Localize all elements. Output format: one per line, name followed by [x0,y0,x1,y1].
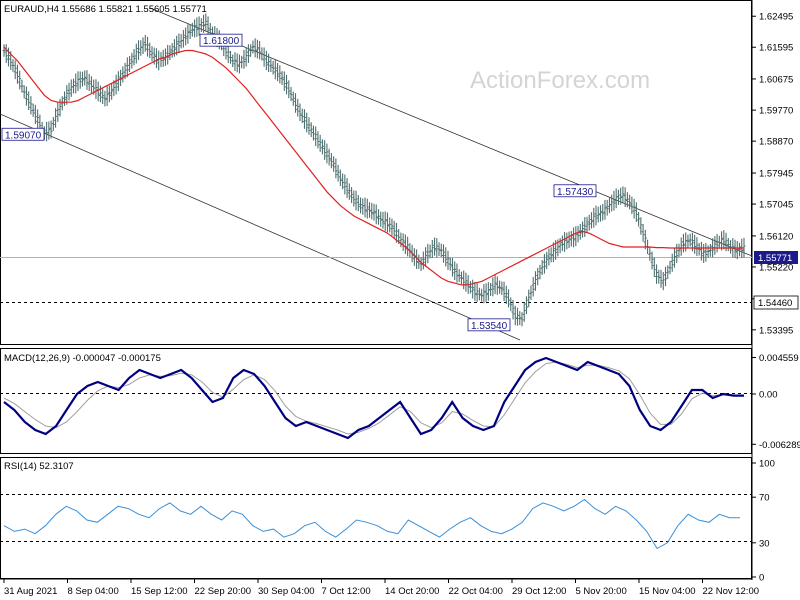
price-axis: 1.62495 1.61595 1.60675 1.59770 1.58870 1.579… [752,12,793,336]
rsi-axis: 100 70 30 0 [752,459,775,584]
annotation-label: 1.57430 [557,187,594,198]
time-tick-label: 31 Aug 2021 [4,586,57,597]
price-tick-label: 1.55220 [759,262,793,273]
price-tick-label: 1.61595 [759,43,793,54]
macd-axis: 0.004559 0.00 -0.006289 [752,353,800,451]
current-price-label: 1.55771 [758,253,792,264]
price-tick-label: 1.56120 [759,231,793,242]
time-tick-label: 15 Nov 04:00 [639,586,696,597]
rsi-tick-label: 0 [759,573,764,584]
macd-tick-label: -0.006289 [759,440,800,451]
macd-tick-label: 0.004559 [759,353,799,364]
watermark: ActionForex.com [470,67,650,94]
rsi-tick-label: 100 [759,459,775,470]
annotation-label: 1.61800 [203,36,240,47]
time-tick-label: 22 Sep 20:00 [195,586,252,597]
rsi-tick-label: 70 [759,493,770,504]
price-tick-label: 1.57945 [759,169,793,180]
price-tick-label: 1.60675 [759,74,793,85]
rsi-tick-label: 30 [759,538,770,549]
time-tick-label: 22 Nov 12:00 [703,586,760,597]
annotation-label: 1.53540 [471,321,508,332]
time-tick-label: 14 Oct 20:00 [385,586,439,597]
macd-tick-label: 0.00 [759,390,778,401]
price-tick-label: 1.58870 [759,137,793,148]
macd-panel-frame [0,348,752,454]
time-tick-label: 29 Oct 12:00 [512,586,566,597]
rsi-title: RSI(14) 52.3107 [4,461,74,472]
support-level-label: 1.54460 [758,298,792,309]
price-tick-label: 1.62495 [759,12,793,23]
time-tick-label: 15 Sep 12:00 [131,586,188,597]
macd-title: MACD(12,26,9) -0.000047 -0.000175 [4,353,161,364]
rsi-panel-frame [0,457,752,579]
time-tick-label: 7 Oct 12:00 [322,586,371,597]
price-chart: ActionForex.com 1.61800 1.59070 1.57430 1.5… [0,0,800,597]
time-tick-label: 8 Sep 04:00 [68,586,119,597]
main-panel-frame [0,0,752,345]
annotation-label: 1.59070 [5,130,42,141]
time-tick-label: 30 Sep 04:00 [258,586,315,597]
price-tick-label: 1.53395 [759,325,793,336]
time-tick-label: 5 Nov 20:00 [576,586,627,597]
time-tick-label: 22 Oct 04:00 [449,586,503,597]
chart-header: EURAUD,H4 1.55686 1.55821 1.55605 1.5577… [4,4,207,15]
price-tick-label: 1.57045 [759,200,793,211]
price-tick-label: 1.59770 [759,106,793,117]
time-axis: 31 Aug 2021 8 Sep 04:00 15 Sep 12:00 22 Sep… [3,579,760,597]
